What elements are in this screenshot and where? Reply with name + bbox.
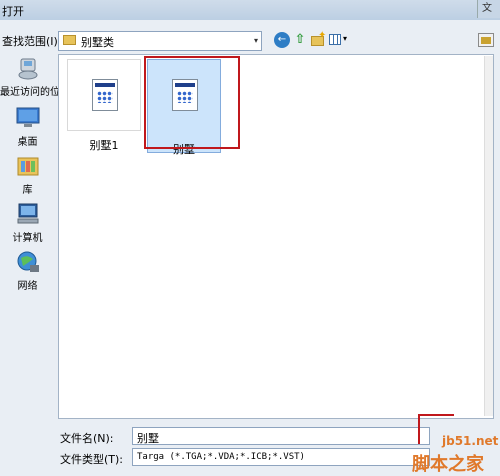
place-label: 库 bbox=[22, 185, 33, 196]
places-bar: 最近访问的位置 桌面 库 计算机 网络 bbox=[0, 54, 70, 419]
file-list[interactable]: 别墅1 别墅 bbox=[58, 54, 494, 419]
file-item[interactable]: 别墅1 bbox=[67, 59, 141, 152]
place-recent[interactable]: 最近访问的位置 bbox=[0, 56, 70, 98]
up-folder-icon[interactable]: ⇧ bbox=[292, 32, 308, 48]
folder-button-icon[interactable] bbox=[478, 33, 494, 47]
view-menu-icon[interactable]: ▾ bbox=[328, 32, 350, 48]
place-desktop[interactable]: 桌面 bbox=[0, 106, 55, 148]
filename-input[interactable]: 别墅 bbox=[132, 427, 430, 445]
filename-row: 文件名(N): 别墅 bbox=[58, 427, 458, 445]
place-label: 网络 bbox=[17, 281, 38, 292]
chevron-down-icon: ▾ bbox=[253, 36, 258, 45]
tga-file-icon bbox=[92, 79, 118, 111]
title-bar: 打开 文 bbox=[0, 0, 500, 20]
place-network[interactable]: 网络 bbox=[0, 250, 55, 292]
lookin-label: 查找范围(I): bbox=[2, 35, 62, 48]
recent-places-icon bbox=[15, 56, 41, 80]
network-icon bbox=[15, 250, 41, 274]
new-folder-icon[interactable]: ✦ bbox=[310, 30, 326, 48]
place-label: 桌面 bbox=[17, 137, 38, 148]
watermark-url: jb51.net bbox=[442, 434, 499, 448]
watermark-text: 脚本之家 bbox=[412, 454, 484, 475]
filename-label: 文件名(N): bbox=[60, 432, 114, 445]
folder-icon bbox=[63, 35, 76, 45]
filetype-label: 文件类型(T): bbox=[60, 453, 124, 466]
file-name: 别墅1 bbox=[89, 139, 119, 152]
close-button[interactable]: 文 bbox=[477, 0, 500, 18]
filetype-dropdown[interactable]: Targa (*.TGA;*.VDA;*.ICB;*.VST) bbox=[132, 448, 430, 466]
lookin-dropdown[interactable]: 别墅类 ▾ bbox=[58, 31, 262, 51]
scrollbar[interactable] bbox=[484, 56, 493, 416]
place-label: 计算机 bbox=[12, 233, 43, 244]
highlight-box bbox=[144, 56, 240, 149]
lookin-value: 别墅类 bbox=[81, 36, 114, 49]
window-title: 打开 bbox=[2, 5, 24, 18]
place-libraries[interactable]: 库 bbox=[0, 154, 55, 196]
computer-icon bbox=[15, 202, 41, 226]
desktop-icon bbox=[15, 106, 41, 130]
lookin-row: 查找范围(I): 别墅类 ▾ bbox=[0, 28, 500, 54]
back-icon[interactable]: ← bbox=[274, 32, 290, 48]
filetype-row: 文件类型(T): Targa (*.TGA;*.VDA;*.ICB;*.VST) bbox=[58, 448, 458, 466]
libraries-icon bbox=[15, 154, 41, 178]
place-computer[interactable]: 计算机 bbox=[0, 202, 55, 244]
place-label: 最近访问的位置 bbox=[0, 87, 70, 98]
